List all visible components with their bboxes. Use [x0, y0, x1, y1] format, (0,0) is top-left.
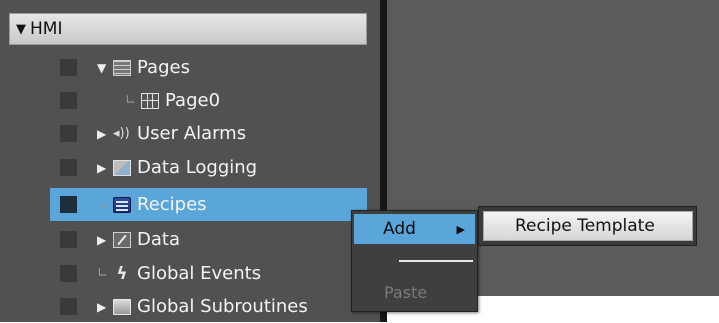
expand-arrow-icon[interactable]: ▼ — [16, 22, 26, 37]
leaf-connector-icon: ∟ — [125, 93, 136, 108]
speaker-icon: ◂)) — [113, 125, 130, 141]
subroutines-icon — [113, 298, 131, 315]
data-logging-icon — [113, 159, 131, 176]
hmi-editor-window: ▼ HMI ▼ Pages ∟ Page0 ▶ ◂)) User Alarms … — [0, 0, 719, 322]
tree-item-recipes[interactable]: ∟ Recipes — [50, 188, 367, 221]
checkbox-square — [60, 125, 77, 142]
menu-item-paste[interactable]: Paste — [384, 283, 427, 302]
menu-item-add[interactable]: Add ▶ — [354, 214, 475, 244]
tree-item-data-logging[interactable]: ▶ Data Logging — [50, 151, 380, 184]
checkbox-square — [60, 196, 77, 213]
context-menu: Add ▶ Paste — [351, 210, 478, 312]
tree-item-page0[interactable]: ∟ Page0 — [50, 84, 380, 117]
checkbox-square — [60, 231, 77, 248]
checkbox-square — [60, 265, 77, 282]
checkbox-square — [60, 159, 77, 176]
leaf-connector-icon: ∟ — [97, 197, 108, 212]
tree-root-label: HMI — [30, 19, 63, 39]
tree-item-label: User Alarms — [137, 123, 247, 144]
expand-arrow-icon[interactable]: ▼ — [97, 61, 113, 75]
tree-item-pages[interactable]: ▼ Pages — [50, 51, 380, 84]
expand-arrow-icon[interactable]: ▶ — [97, 233, 113, 247]
tree-item-label: Pages — [137, 57, 190, 78]
checkbox-square — [60, 59, 77, 76]
tree-item-label: Global Events — [137, 263, 262, 284]
page-grid-icon — [141, 92, 159, 109]
tree-panel: ▼ HMI ▼ Pages ∟ Page0 ▶ ◂)) User Alarms … — [0, 0, 380, 322]
expand-arrow-icon[interactable]: ▶ — [97, 300, 113, 314]
data-icon — [113, 231, 131, 248]
tree-item-global-subroutines[interactable]: ▶ Global Subroutines — [50, 290, 380, 323]
tree-item-user-alarms[interactable]: ▶ ◂)) User Alarms — [50, 117, 380, 150]
tree-item-label: Page0 — [165, 90, 221, 111]
checkbox-square — [60, 298, 77, 315]
menu-separator — [399, 260, 473, 262]
tree-item-label: Data Logging — [137, 157, 258, 178]
tree-item-label: Recipes — [137, 194, 207, 215]
submenu-arrow-icon: ▶ — [456, 222, 465, 236]
add-submenu: Recipe Template — [478, 206, 697, 246]
leaf-connector-icon: ∟ — [97, 266, 108, 281]
pages-icon — [113, 59, 131, 76]
menu-item-label: Add — [383, 219, 416, 239]
tree-item-label: Global Subroutines — [137, 296, 308, 317]
tree-item-label: Data — [137, 229, 180, 250]
tree-item-global-events[interactable]: ∟ ϟ Global Events — [50, 257, 380, 290]
lightning-icon: ϟ — [116, 263, 128, 284]
recipes-icon — [113, 196, 131, 213]
tree-item-data[interactable]: ▶ Data — [50, 223, 380, 256]
expand-arrow-icon[interactable]: ▶ — [97, 127, 113, 141]
expand-arrow-icon[interactable]: ▶ — [97, 161, 113, 175]
tree-root-hmi[interactable]: ▼ HMI — [9, 13, 367, 45]
menu-item-recipe-template[interactable]: Recipe Template — [483, 211, 693, 241]
checkbox-square — [60, 92, 77, 109]
